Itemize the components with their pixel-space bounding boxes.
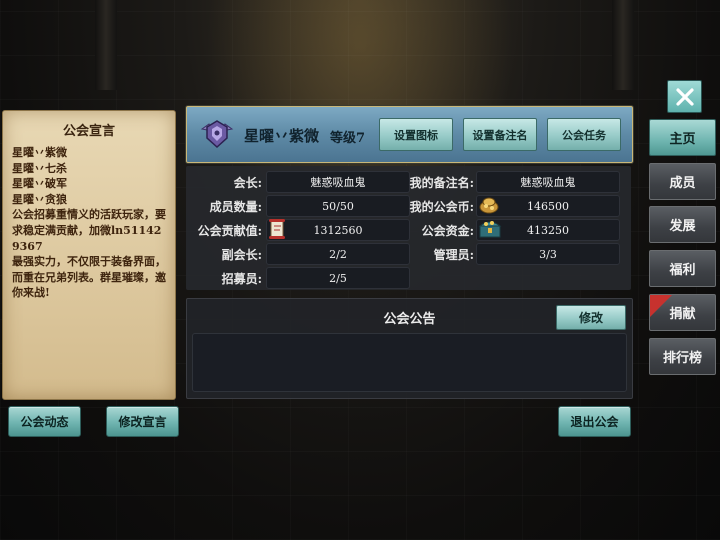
recruiter-value: 2/5 — [266, 267, 410, 289]
edit-declaration-button[interactable]: 修改宣言 — [106, 406, 179, 437]
declaration-line: 最强实力，不仅限于装备界面，而重在兄弟列表。群星璀璨，邀你来战! — [12, 255, 166, 300]
exit-guild-button[interactable]: 退出公会 — [558, 406, 631, 437]
set-icon-button[interactable]: 设置图标 — [379, 118, 453, 151]
vice-leader-label: 副会长: — [221, 248, 262, 262]
guild-level: 等级7 — [330, 131, 366, 146]
guild-name: 星曜丷紫微 — [244, 127, 320, 145]
note-name-value: 魅惑吸血鬼 — [476, 171, 620, 193]
declaration-text: 星曜丷紫微 星曜丷七杀 星曜丷破军 星曜丷贪狼 公会招募重情义的活跃玩家，要求稳… — [12, 145, 167, 301]
admin-value: 3/3 — [476, 243, 620, 265]
leader-label: 会长: — [233, 176, 262, 190]
nav-home[interactable]: 主页 — [649, 119, 716, 156]
nav-development[interactable]: 发展 — [649, 206, 716, 243]
declaration-title: 公会宣言 — [62, 124, 115, 139]
new-ribbon-icon — [650, 295, 672, 317]
declaration-scroll: 公会宣言 星曜丷紫微 星曜丷七杀 星曜丷破军 星曜丷贪狼 公会招募重情义的活跃玩… — [2, 110, 176, 400]
nav-welfare[interactable]: 福利 — [649, 250, 716, 287]
nav-members[interactable]: 成员 — [649, 163, 716, 200]
contribution-label: 公会贡献值: — [197, 224, 262, 238]
background-pillar — [612, 0, 634, 90]
declaration-line: 公会招募重情义的活跃玩家，要求稳定满贡献，加微ln511429367 — [12, 208, 166, 253]
guild-notice-panel: 公会公告 修改 — [186, 298, 633, 399]
guild-emblem-icon — [200, 120, 234, 149]
leader-value: 魅惑吸血鬼 — [266, 171, 410, 193]
declaration-line: 星曜丷贪狼 — [12, 192, 67, 206]
nav-ranking[interactable]: 排行榜 — [649, 338, 716, 375]
close-button[interactable] — [667, 80, 702, 113]
set-note-name-button[interactable]: 设置备注名 — [463, 118, 537, 151]
declaration-line: 星曜丷破军 — [12, 177, 67, 191]
scroll-icon — [269, 219, 285, 239]
treasure-chest-icon — [478, 221, 502, 238]
guild-task-button[interactable]: 公会任务 — [547, 118, 621, 151]
close-icon — [675, 87, 694, 106]
nav-donate-label: 捐献 — [669, 307, 696, 322]
note-name-label: 我的备注名: — [409, 176, 474, 190]
declaration-line: 星曜丷七杀 — [12, 161, 67, 175]
member-count-value: 50/50 — [266, 195, 410, 217]
nav-donate[interactable]: 捐献 — [649, 294, 716, 331]
edit-notice-button[interactable]: 修改 — [556, 305, 626, 330]
guild-info-panel: 会长: 魅惑吸血鬼 我的备注名: 魅惑吸血鬼 成员数量: 50/50 我的公会币… — [186, 166, 631, 290]
guild-dynamics-button[interactable]: 公会动态 — [8, 406, 81, 437]
notice-content — [192, 333, 627, 392]
coin-bag-icon — [479, 197, 499, 214]
vice-leader-value: 2/2 — [266, 243, 410, 265]
member-count-label: 成员数量: — [209, 200, 262, 214]
funds-label: 公会资金: — [421, 224, 474, 238]
recruiter-label: 招募员: — [221, 272, 262, 286]
guild-header: 星曜丷紫微 等级7 设置图标 设置备注名 公会任务 — [186, 106, 633, 163]
admin-label: 管理员: — [433, 248, 474, 262]
declaration-line: 星曜丷紫微 — [12, 146, 67, 159]
my-coin-label: 我的公会币: — [409, 200, 474, 214]
background-pillar — [95, 0, 117, 90]
